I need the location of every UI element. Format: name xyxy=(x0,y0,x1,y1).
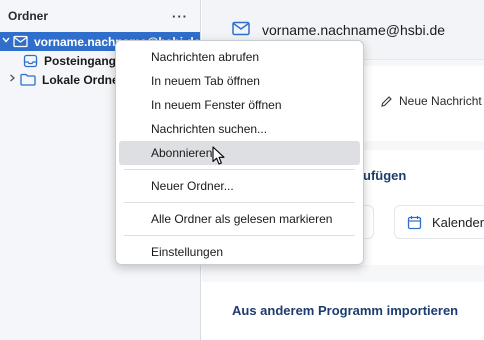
folder-context-menu: Nachrichten abrufen In neuem Tab öffnen … xyxy=(115,40,364,265)
pencil-icon xyxy=(381,95,392,107)
chevron-right-icon[interactable] xyxy=(6,73,18,86)
more-icon[interactable]: ··· xyxy=(172,9,188,24)
new-message-button[interactable]: Neue Nachricht xyxy=(380,94,482,108)
local-folders-label: Lokale Ordner xyxy=(42,72,124,87)
folder-pane-header: Ordner ··· xyxy=(0,0,200,32)
folder-icon xyxy=(20,73,36,87)
menu-item-get-messages[interactable]: Nachrichten abrufen xyxy=(119,45,360,69)
import-heading: Aus anderem Programm importieren xyxy=(232,303,459,318)
inbox-icon xyxy=(22,54,38,68)
mouse-cursor-icon xyxy=(212,146,225,165)
menu-item-settings[interactable]: Einstellungen xyxy=(119,240,360,264)
calendar-button[interactable]: Kalender xyxy=(394,205,484,239)
menu-item-open-new-window[interactable]: In neuem Fenster öffnen xyxy=(119,93,360,117)
menu-item-subscribe[interactable]: Abonnieren... xyxy=(119,141,360,165)
menu-separator xyxy=(124,169,355,170)
calendar-label: Kalender xyxy=(432,214,484,230)
inbox-label: Posteingang xyxy=(44,53,117,68)
menu-separator xyxy=(124,202,355,203)
section-add-heading: ufügen xyxy=(363,168,407,183)
menu-item-open-new-tab[interactable]: In neuem Tab öffnen xyxy=(119,69,360,93)
mail-account-icon xyxy=(232,21,250,39)
new-message-label: Neue Nachricht xyxy=(399,94,482,108)
menu-item-new-folder[interactable]: Neuer Ordner... xyxy=(119,174,360,198)
chevron-down-icon[interactable] xyxy=(0,35,12,48)
mail-account-icon xyxy=(12,35,28,49)
menu-item-search-messages[interactable]: Nachrichten suchen... xyxy=(119,117,360,141)
calendar-icon xyxy=(407,215,422,229)
menu-separator xyxy=(124,235,355,236)
folder-pane-title: Ordner xyxy=(8,9,49,23)
menu-item-mark-all-read[interactable]: Alle Ordner als gelesen markieren xyxy=(119,207,360,231)
account-email: vorname.nachname@hsbi.de xyxy=(262,21,446,38)
